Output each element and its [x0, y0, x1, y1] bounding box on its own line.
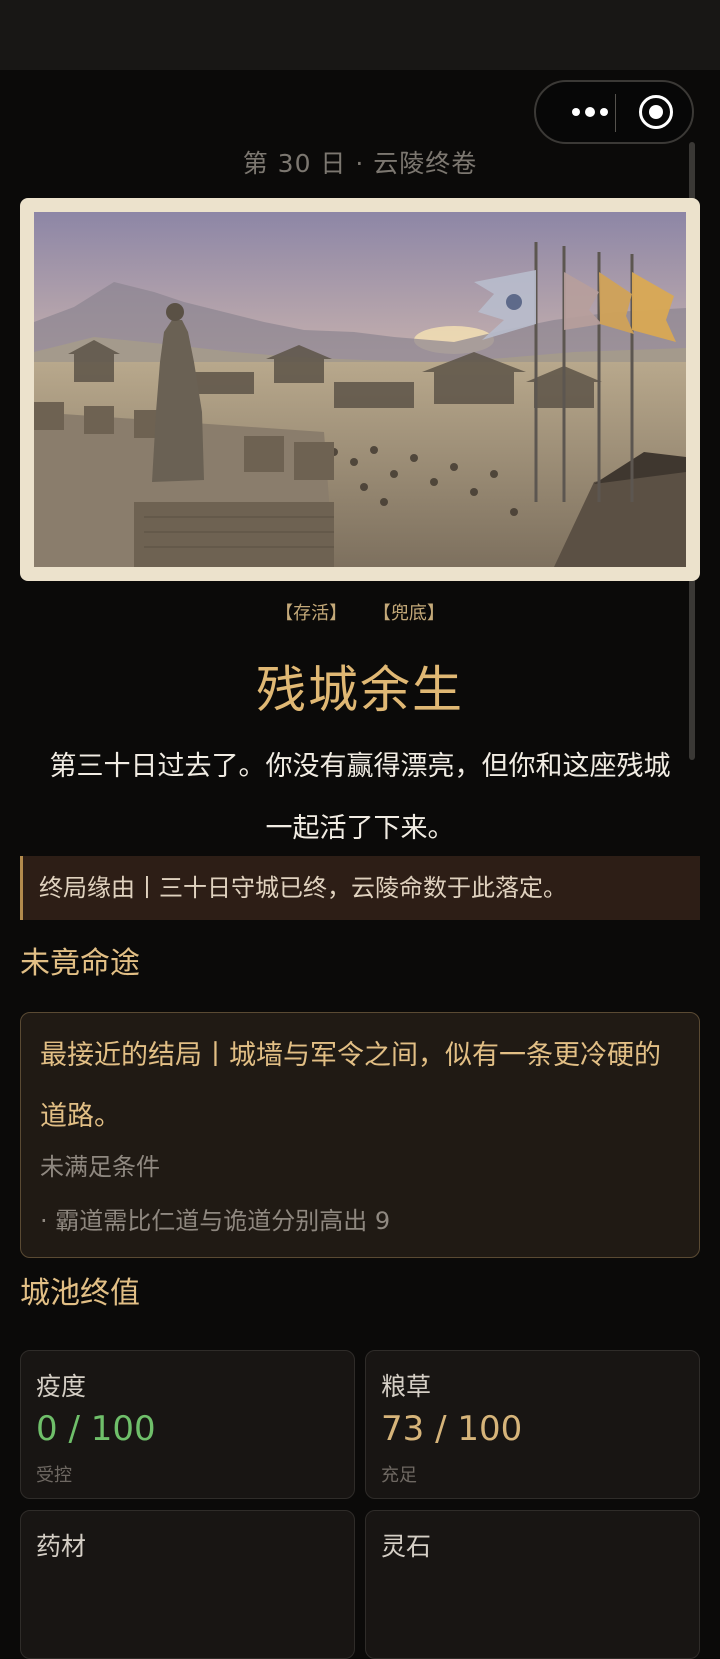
stat-name: 疫度 — [36, 1372, 87, 1401]
stat-card-plague: 疫度 0 / 100 受控 — [20, 1350, 355, 1499]
closest-ending-text: 最接近的结局丨城墙与军令之间，似有一条更冷硬的道路。 — [40, 1040, 661, 1132]
ending-reason: 终局缘由丨三十日守城已终，云陵命数于此落定。 — [20, 856, 700, 920]
ending-tags: 【存活】 【兜底】 — [0, 599, 720, 625]
stat-name: 粮草 — [381, 1372, 432, 1401]
requirement-item: · 霸道需比仁道与诡道分别高出 9 — [40, 1207, 391, 1235]
city-wall-scene-image — [34, 212, 686, 567]
stat-card-medicine: 药材 — [20, 1510, 355, 1659]
stat-card-grain: 粮草 73 / 100 充足 — [365, 1350, 700, 1499]
tag-survive: 【存活】 — [275, 603, 348, 624]
tag-fallback: 【兜底】 — [372, 603, 445, 624]
closest-ending-card: 最接近的结局丨城墙与军令之间，似有一条更冷硬的道路。 未满足条件 · 霸道需比仁… — [20, 1012, 700, 1258]
status-bar — [0, 0, 720, 70]
stat-note: 充足 — [381, 1465, 417, 1486]
stat-value: 73 / 100 — [381, 1409, 523, 1449]
stat-value: 0 / 100 — [36, 1409, 156, 1449]
final-values-heading: 城池终值 — [20, 1276, 140, 1311]
ending-description: 第三十日过去了。你没有赢得漂亮，但你和这座残城一起活了下来。 — [49, 751, 671, 844]
ending-illustration — [20, 198, 700, 581]
record-target-icon[interactable] — [639, 95, 673, 129]
stat-name: 灵石 — [381, 1532, 432, 1561]
more-dots-icon[interactable] — [558, 100, 622, 124]
stat-note: 受控 — [36, 1465, 72, 1486]
day-subtitle: 第 30 日 · 云陵终卷 — [242, 149, 478, 178]
stat-card-spirit-stone: 灵石 — [365, 1510, 700, 1659]
mini-program-capsule — [534, 80, 694, 144]
unfinished-fates-heading: 未竟命途 — [20, 946, 140, 981]
ending-title: 残城余生 — [256, 661, 464, 719]
unmet-condition-label: 未满足条件 — [40, 1153, 160, 1181]
stat-name: 药材 — [36, 1532, 87, 1561]
capsule-divider — [615, 94, 616, 132]
